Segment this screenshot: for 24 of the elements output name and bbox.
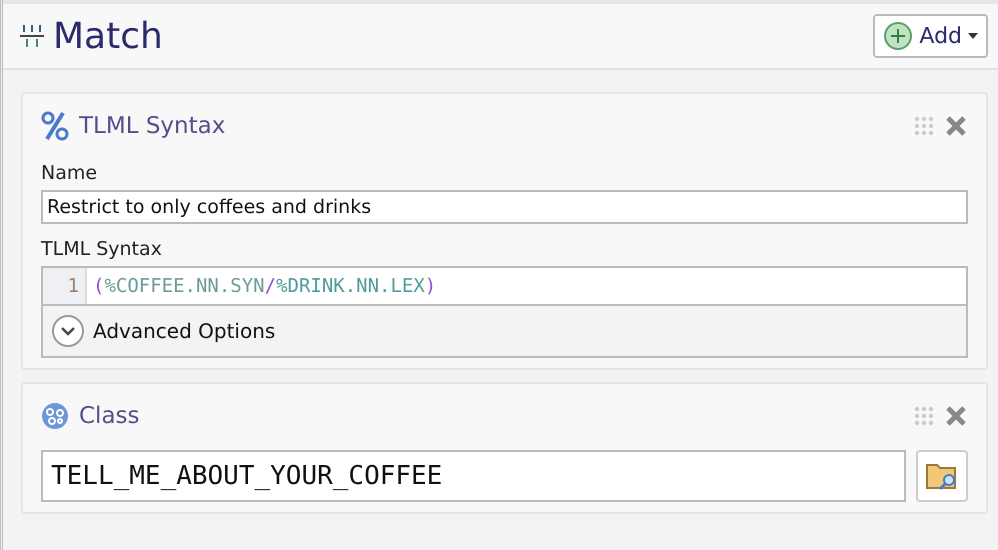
card-title: TLML Syntax xyxy=(79,113,226,139)
drag-handle-icon[interactable] xyxy=(914,116,934,136)
filter-icon xyxy=(19,23,45,49)
percent-icon xyxy=(41,111,69,141)
code-editor[interactable]: 1 (%COFFEE.NN.SYN/%DRINK.NN.LEX) Advanced Options xyxy=(41,266,968,358)
folder-search-icon xyxy=(925,461,959,491)
field-label: TLML Syntax xyxy=(41,238,163,260)
code-line: (%COFFEE.NN.SYN/%DRINK.NN.LEX) xyxy=(92,274,436,299)
browse-button[interactable] xyxy=(916,450,968,502)
add-button[interactable]: Add xyxy=(873,14,988,58)
line-number: 1 xyxy=(43,268,87,304)
card-title: Class xyxy=(79,403,141,429)
class-icon xyxy=(41,402,69,430)
close-button[interactable] xyxy=(944,114,968,138)
drag-handle-icon[interactable] xyxy=(914,406,934,426)
name-input[interactable]: Restrict to only coffees and drinks xyxy=(41,190,968,224)
close-button[interactable] xyxy=(944,404,968,428)
advanced-options-toggle[interactable]: Advanced Options xyxy=(43,306,966,356)
chevron-icon xyxy=(51,314,85,348)
page-title: Match xyxy=(53,16,164,56)
field-label: Name xyxy=(41,162,98,184)
plus-icon xyxy=(883,21,914,51)
class-input[interactable]: TELL_ME_ABOUT_YOUR_COFFEE xyxy=(41,450,906,502)
caret-icon xyxy=(968,33,978,39)
